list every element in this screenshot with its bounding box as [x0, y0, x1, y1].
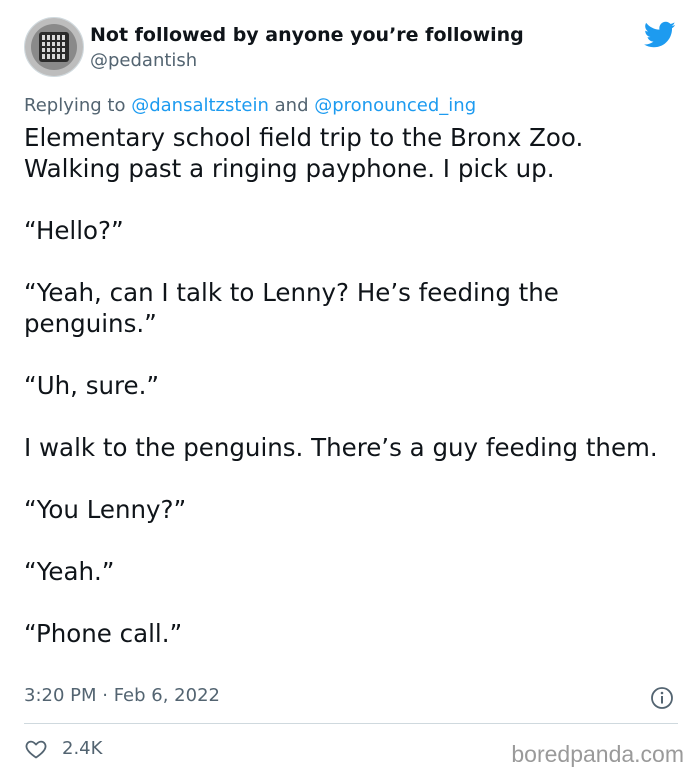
- divider: [24, 723, 678, 724]
- mention-link-2[interactable]: @pronounced_ing: [314, 95, 476, 116]
- info-icon[interactable]: [650, 686, 674, 710]
- tweet-paragraph: “Yeah, can I talk to Lenny? He’s feeding…: [24, 278, 559, 338]
- tweet-paragraph: Elementary school field trip to the Bron…: [24, 123, 584, 183]
- tweet-paragraph: “Hello?”: [24, 216, 124, 245]
- replying-and: and: [268, 95, 315, 116]
- drain-grate-image: [25, 18, 83, 76]
- tweet-paragraph: “Phone call.”: [24, 619, 183, 648]
- tweet-text: Elementary school field trip to the Bron…: [24, 122, 674, 649]
- twitter-bird-icon[interactable]: [644, 21, 676, 49]
- tweet-paragraph: “Uh, sure.”: [24, 371, 160, 400]
- avatar[interactable]: [24, 17, 84, 77]
- heart-icon[interactable]: [24, 737, 48, 761]
- display-name[interactable]: Not followed by anyone you’re following: [90, 23, 524, 47]
- tweet-paragraph: “You Lenny?”: [24, 495, 187, 524]
- tweet-timestamp[interactable]: 3:20 PM · Feb 6, 2022: [24, 684, 220, 708]
- tweet-paragraph: I walk to the penguins. There’s a guy fe…: [24, 433, 658, 462]
- watermark: boredpanda.com: [511, 741, 684, 767]
- user-handle[interactable]: @pedantish: [90, 49, 524, 73]
- like-count: 2.4K: [62, 738, 103, 759]
- user-info: Not followed by anyone you’re following …: [90, 23, 524, 73]
- replying-prefix: Replying to: [24, 95, 132, 116]
- mention-link-1[interactable]: @dansaltzstein: [131, 95, 269, 116]
- tweet-paragraph: “Yeah.”: [24, 557, 115, 586]
- replying-to: Replying to @dansaltzstein and @pronounc…: [24, 94, 476, 118]
- tweet-header: Not followed by anyone you’re following …: [24, 17, 684, 79]
